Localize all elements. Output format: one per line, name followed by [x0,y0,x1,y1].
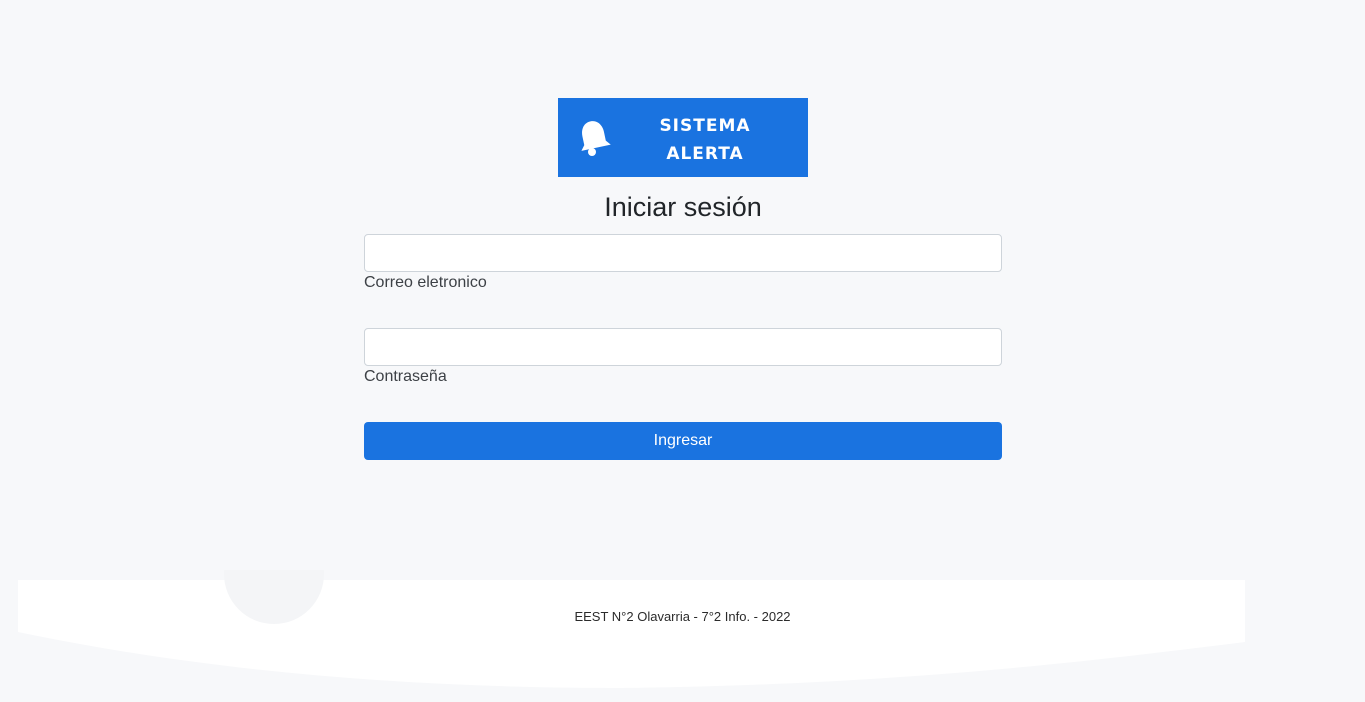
page-title: Iniciar sesión [604,192,762,222]
bell-icon [581,121,611,156]
password-label: Contraseña [364,368,447,385]
email-label: Correo eletronico [364,274,487,291]
brand-logo: SISTEMA ALERTA [558,98,808,177]
brand-name: SISTEMA ALERTA [636,112,774,168]
footer-wave [18,570,1245,688]
login-button[interactable]: Ingresar [364,422,1002,460]
password-field[interactable] [364,328,1002,366]
brand-line-1: SISTEMA [659,116,751,136]
footer-text: EEST N°2 Olavarria - 7°2 Info. - 2022 [574,609,791,624]
brand-line-2: ALERTA [666,144,744,164]
email-field[interactable] [364,234,1002,272]
